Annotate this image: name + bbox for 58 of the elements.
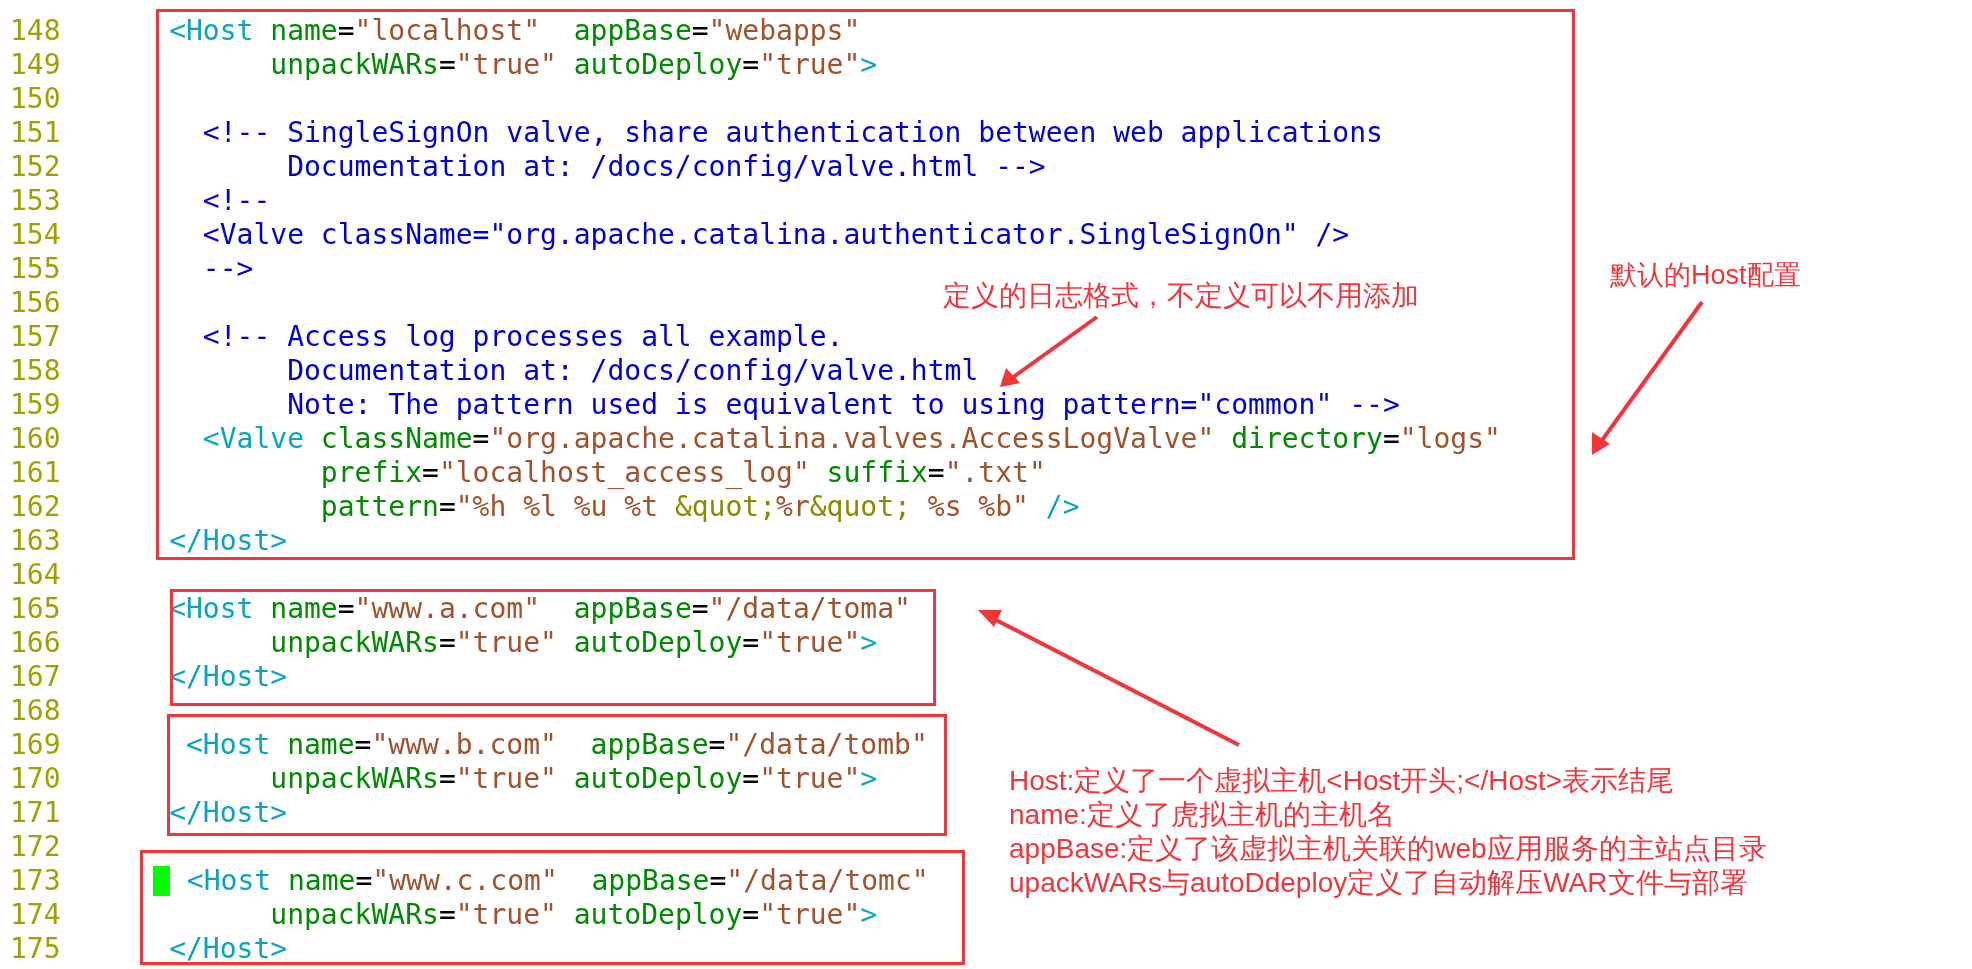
annotation-text: 定义的日志格式，不定义可以不用添加 (943, 279, 1419, 313)
code-line: --> (201, 252, 254, 286)
code-line: <Host name="www.c.com" appBase="/data/tomc" (185, 864, 929, 898)
annotation-text: upackWARs与autoDdeploy定义了自动解压WAR文件与部署 (1009, 866, 1749, 900)
code-line: unpackWARs="true" autoDeploy="true"> (269, 48, 878, 82)
line-number: 150 (9, 82, 62, 116)
line-number: 169 (9, 728, 62, 762)
line-number: 154 (9, 218, 62, 252)
code-line: pattern="%h %l %u %t &quot;%r&quot; %s %b" /> (319, 490, 1080, 524)
line-number: 172 (9, 830, 62, 864)
code-line: Documentation at: /docs/config/valve.html (286, 354, 979, 388)
code-line: <Valve className="org.apache.catalina.valves.AccessLogValve" directory="logs" (201, 422, 1501, 456)
code-line: </Host> (168, 660, 288, 694)
line-number: 149 (9, 48, 62, 82)
code-line: unpackWARs="true" autoDeploy="true"> (269, 762, 878, 796)
line-number: 170 (9, 762, 62, 796)
code-line: <Host name="localhost" appBase="webapps" (168, 14, 861, 48)
line-number: 171 (9, 796, 62, 830)
line-number: 152 (9, 150, 62, 184)
code-line: prefix="localhost_access_log" suffix=".txt" (319, 456, 1046, 490)
code-line: </Host> (168, 932, 288, 966)
code-line: <Host name="www.a.com" appBase="/data/toma" (168, 592, 911, 626)
line-number: 151 (9, 116, 62, 150)
line-number: 161 (9, 456, 62, 490)
code-line: Note: The pattern used is equivalent to using pattern="common" --> (286, 388, 1400, 422)
code-line: <!-- Access log processes all example. (201, 320, 844, 354)
line-number: 164 (9, 558, 62, 592)
line-number: 173 (9, 864, 62, 898)
line-number: 174 (9, 898, 62, 932)
annotation-text: name:定义了虎拟主机的主机名 (1009, 798, 1396, 832)
code-line: </Host> (168, 796, 288, 830)
line-number: 168 (9, 694, 62, 728)
code-line: unpackWARs="true" autoDeploy="true"> (269, 626, 878, 660)
line-number: 157 (9, 320, 62, 354)
code-line: <Valve className="org.apache.catalina.authenticator.SingleSignOn" /> (201, 218, 1350, 252)
code-line: unpackWARs="true" autoDeploy="true"> (269, 898, 878, 932)
annotation-text: Host:定义了一个虚拟主机<Host开头;</Host>表示结尾 (1009, 764, 1676, 798)
annotation-text: 默认的Host配置 (1610, 259, 1801, 292)
code-line: <Host name="www.b.com" appBase="/data/tomb" (185, 728, 928, 762)
code-line: Documentation at: /docs/config/valve.html --> (286, 150, 1046, 184)
line-number: 160 (9, 422, 62, 456)
code-line: <!-- (201, 184, 271, 218)
line-number: 163 (9, 524, 62, 558)
line-number: 153 (9, 184, 62, 218)
line-number: 156 (9, 286, 62, 320)
line-number: 162 (9, 490, 62, 524)
annotation-text: appBase:定义了该虚拟主机关联的web应用服务的主站点目录 (1009, 832, 1767, 866)
code-line: </Host> (168, 524, 288, 558)
line-number: 165 (9, 592, 62, 626)
code-line: <!-- SingleSignOn valve, share authentication between web applications (201, 116, 1383, 150)
line-number: 175 (9, 932, 62, 966)
line-number: 167 (9, 660, 62, 694)
line-number: 158 (9, 354, 62, 388)
line-number: 155 (9, 252, 62, 286)
line-number: 159 (9, 388, 62, 422)
text-cursor (153, 866, 170, 896)
line-number: 148 (9, 14, 62, 48)
line-number: 166 (9, 626, 62, 660)
